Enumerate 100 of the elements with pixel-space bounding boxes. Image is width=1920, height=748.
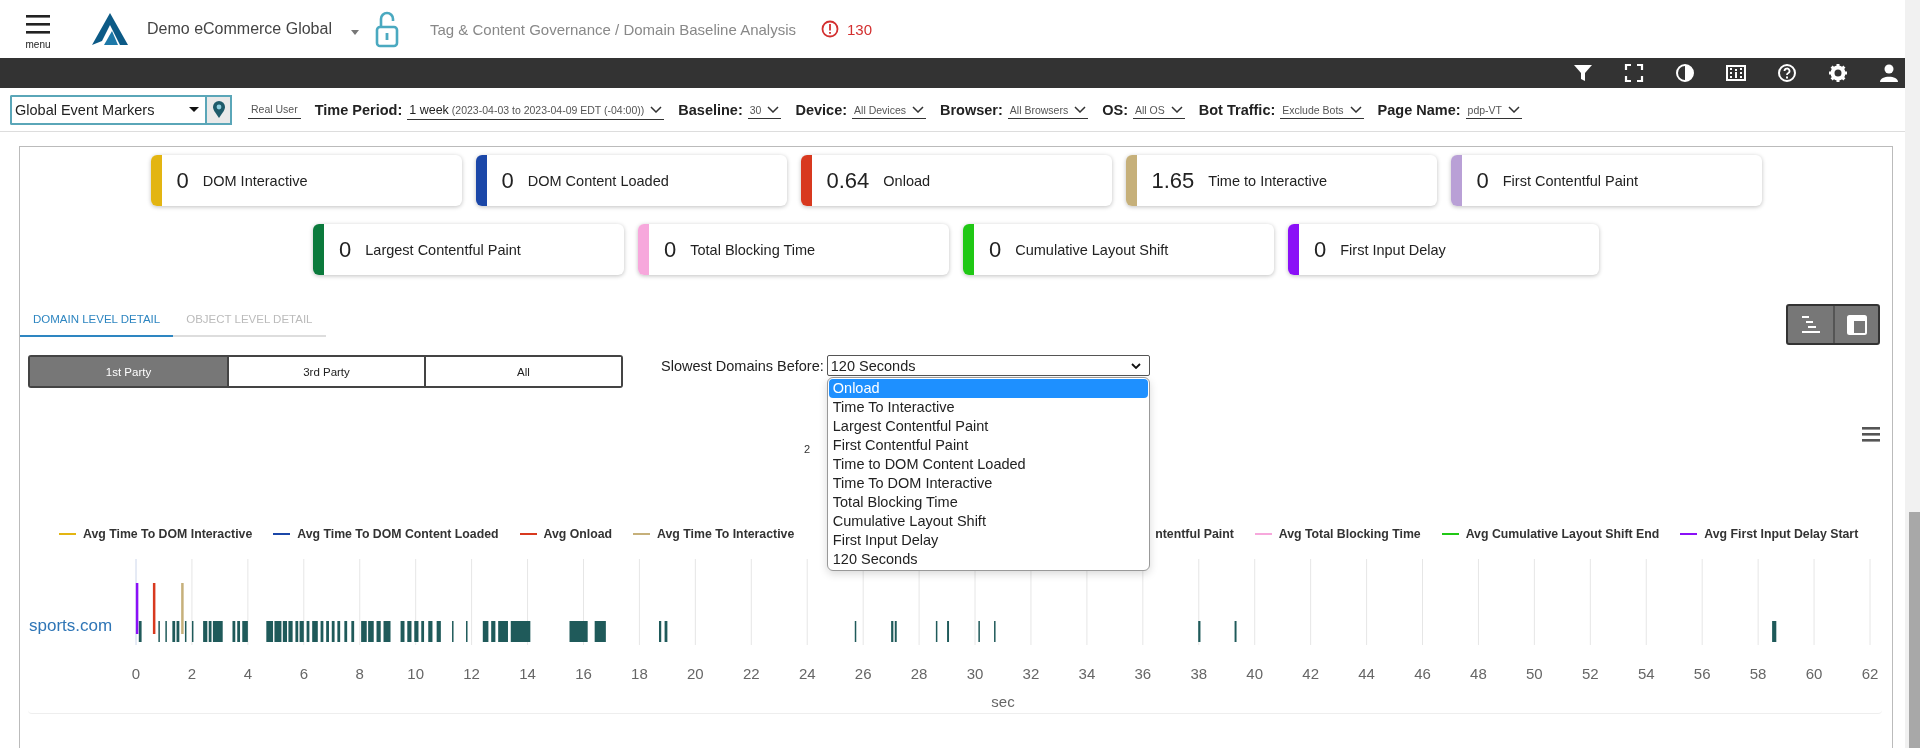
filter-dropdown[interactable]: pdp-VT [1465, 100, 1523, 119]
domain-label[interactable]: sports.com [29, 616, 113, 635]
chevron-down-icon [1508, 106, 1521, 113]
unlocked-padlock-icon[interactable] [374, 10, 399, 48]
segment-button[interactable]: 1st Party [30, 357, 227, 386]
chevron-down-icon [912, 106, 924, 113]
dropdown-option[interactable]: Time To DOM Interactive [828, 474, 1148, 493]
filter-dropdown[interactable]: 1 week (2023-04-03 to 2023-04-09 EDT (-04:00)) [407, 99, 665, 120]
location-pin-button[interactable] [205, 94, 232, 125]
metric-value: 0 [664, 236, 677, 263]
account-selector[interactable]: Demo eCommerce Global [147, 20, 359, 38]
metric-value: 0 [989, 236, 1002, 263]
filter-label: Time Period: [314, 101, 403, 118]
axis-tick-label: 4 [243, 665, 253, 682]
legend-label[interactable]: ntentful Paint [1155, 527, 1234, 541]
axis-tick-label: 16 [575, 665, 592, 682]
filter-dropdown[interactable]: Exclude Bots [1280, 100, 1364, 119]
axis-tick-label: 12 [463, 665, 480, 682]
dropdown-option[interactable]: First Input Delay [828, 531, 1148, 550]
menu-button[interactable]: menu [22, 8, 54, 50]
chevron-down-icon [767, 106, 780, 113]
axis-tick-label: 38 [1190, 665, 1208, 682]
chevron-down-icon [1349, 106, 1362, 113]
real-user-dropdown[interactable]: Real User [248, 100, 301, 119]
dropdown-option[interactable]: 120 Seconds [828, 550, 1148, 569]
dropdown-option[interactable]: Total Blocking Time [828, 493, 1148, 512]
axis-tick-label: 20 [687, 665, 704, 682]
filter-icon[interactable] [1573, 63, 1593, 83]
metric-value: 0 [176, 167, 189, 194]
axis-tick-label: 40 [1246, 665, 1264, 682]
alert-count[interactable]: 130 [847, 20, 873, 38]
filter-label: Device: [795, 101, 848, 118]
legend-label[interactable]: Avg Time To DOM Interactive [83, 527, 253, 541]
contrast-icon[interactable] [1675, 63, 1695, 83]
metric-value: 0.64 [826, 167, 870, 194]
settings-icon[interactable] [1828, 63, 1848, 83]
caret-icon [350, 29, 359, 35]
menu-icon[interactable] [1862, 427, 1880, 442]
dropdown-option[interactable]: First Contentful Paint [828, 436, 1148, 455]
axis-tick-label: 44 [1358, 665, 1375, 682]
alert-icon [821, 20, 839, 38]
chevron-down-icon [1170, 106, 1183, 113]
tab[interactable]: DOMAIN LEVEL DETAIL [20, 304, 174, 337]
legend-label[interactable]: Avg Time To DOM Content Loaded [297, 527, 499, 541]
axis-tick-label: 48 [1470, 665, 1487, 682]
axis-tick-label: 8 [355, 665, 364, 682]
metric-label: Time to Interactive [1208, 172, 1328, 189]
dropdown-option[interactable]: Cumulative Layout Shift [828, 512, 1148, 531]
filter-dropdown[interactable]: All Browsers [1007, 100, 1089, 119]
filter-dropdown[interactable]: All OS [1133, 100, 1185, 119]
legend-label[interactable]: Avg Total Blocking Time [1278, 527, 1421, 541]
chart-title: 2 [804, 443, 811, 455]
filter-label: Browser: [940, 101, 1003, 118]
metric-label: First Input Delay [1340, 241, 1446, 258]
dropdown-option[interactable]: Time to DOM Content Loaded [828, 455, 1148, 474]
axis-tick-label: 36 [1134, 665, 1152, 682]
axis-tick-label: 34 [1078, 665, 1096, 682]
fullscreen-icon[interactable] [1624, 63, 1644, 83]
axis-tick-label: 62 [1861, 665, 1879, 682]
axis-tick-label: 58 [1749, 665, 1767, 682]
metric-label: Cumulative Layout Shift [1015, 241, 1169, 258]
user-icon[interactable] [1879, 63, 1899, 83]
filter-dropdown[interactable]: 30 [747, 100, 782, 119]
axis-tick-label: 42 [1302, 665, 1319, 682]
axis-tick-label: 30 [966, 665, 984, 682]
metric-label: Onload [883, 172, 931, 189]
axis-tick-label: 10 [407, 665, 424, 682]
dropdown-option[interactable]: Time To Interactive [828, 398, 1148, 417]
logo-icon [90, 11, 130, 47]
axis-tick-label: 26 [854, 665, 872, 682]
metric-value: 0 [339, 236, 352, 263]
legend-label[interactable]: Avg Onload [543, 527, 613, 541]
metric-label: First Contentful Paint [1502, 172, 1639, 189]
waterfall-icon [1799, 315, 1822, 334]
legend-label[interactable]: Avg Cumulative Layout Shift End [1465, 527, 1660, 541]
slowest-domains-label: Slowest Domains Before: [661, 357, 824, 374]
axis-tick-label: 46 [1414, 665, 1431, 682]
scrollbar-thumb[interactable] [1909, 512, 1920, 748]
help-icon[interactable] [1777, 63, 1797, 83]
slowest-domains-select[interactable]: 120 Seconds [826, 355, 1150, 376]
chevron-down-icon [1130, 362, 1141, 369]
axis-tick-label: 2 [187, 665, 197, 682]
breadcrumb: Tag & Content Governance / Domain Baseline Analysis [429, 20, 796, 38]
axis-tick-label: 22 [742, 665, 760, 682]
filter-label: Bot Traffic: [1198, 101, 1276, 118]
chevron-down-icon [1074, 106, 1087, 113]
axis-tick-label: 14 [519, 665, 536, 682]
map-pin-icon [211, 100, 226, 119]
dropdown-option[interactable]: Largest Contentful Paint [828, 417, 1148, 436]
segment-button[interactable]: All [424, 357, 621, 386]
axis-tick-label: 32 [1022, 665, 1040, 682]
legend-label[interactable]: Avg First Input Delay Start [1704, 527, 1859, 541]
chevron-down-icon [650, 106, 663, 113]
metric-label: DOM Interactive [202, 172, 308, 189]
film-info-icon[interactable] [1726, 63, 1746, 83]
legend-label[interactable]: Avg Time To Interactive [657, 527, 795, 541]
axis-tick-label: 56 [1693, 665, 1711, 682]
filter-label: Page Name: [1377, 101, 1461, 118]
filter-dropdown[interactable]: All Devices [852, 100, 926, 119]
event-markers-select[interactable]: Global Event Markers [10, 94, 205, 125]
